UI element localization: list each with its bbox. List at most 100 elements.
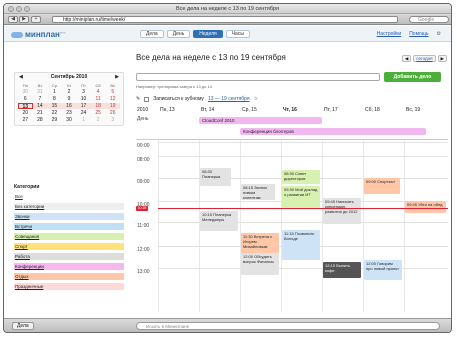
google-search-field[interactable]: Google [409, 16, 449, 23]
mini-day[interactable]: 3 [76, 89, 91, 95]
mini-day[interactable]: 1 [76, 117, 91, 123]
tab-day[interactable]: День [166, 30, 191, 38]
category-item[interactable]: Встречи [14, 223, 124, 230]
pencil-icon[interactable]: ✎ [136, 96, 140, 102]
category-item[interactable]: Совещания [14, 233, 124, 240]
category-item[interactable]: Праздничные [14, 283, 124, 290]
category-item[interactable]: Спорт [14, 243, 124, 250]
mini-day[interactable]: 31 [33, 89, 48, 95]
next-month-icon[interactable]: ▶ [115, 73, 119, 82]
mini-day[interactable]: 16 [61, 103, 77, 109]
mini-day[interactable]: 15 [47, 103, 62, 109]
calendar-event[interactable]: 09:45 Написать концепцию развития до 201… [323, 198, 361, 224]
day-header[interactable]: Пн, 13 [160, 106, 175, 114]
forward-icon[interactable]: ▶ [19, 16, 29, 23]
undated-task: ✎ Записаться к зубному 13 — 19 сентября … [136, 96, 258, 102]
mini-day[interactable]: 17 [76, 103, 91, 109]
mini-day[interactable]: 30 [18, 89, 33, 95]
mini-day[interactable]: 25 [91, 110, 106, 116]
calendar-event[interactable]: 10:15 Планерка Менеджеры [200, 211, 238, 231]
today-button[interactable]: сегодня [413, 55, 436, 62]
day-header[interactable]: Вт, 14 [201, 106, 214, 114]
calendar-event[interactable]: 09:30 Мой доклад о развитии ИТ [282, 186, 320, 208]
mini-day[interactable]: 5 [105, 89, 120, 95]
day-column-divider [158, 140, 159, 312]
mini-day[interactable]: 4 [91, 89, 106, 95]
weekday-label: Ср [51, 83, 57, 88]
next-week-button[interactable]: ▶ [437, 55, 447, 62]
mini-day[interactable]: 24 [76, 110, 91, 116]
categories: Категории Все Без категории Звонки Встречи С… [14, 184, 124, 293]
mini-day[interactable]: 3 [105, 117, 120, 123]
mini-day[interactable]: 29 [47, 117, 62, 123]
mini-day[interactable]: 2 [62, 89, 77, 95]
day-header[interactable]: Сб, 18 [365, 106, 380, 114]
category-item[interactable]: Конференции [14, 263, 124, 270]
input-hint: Например: тренировка завтра с 13 до 14 [136, 84, 212, 89]
allday-event[interactable]: Конференция блоггеров [240, 128, 426, 135]
mini-day[interactable]: 26 [105, 110, 120, 116]
calendar-event[interactable]: 09:00 Спортзал [364, 178, 400, 194]
mini-day[interactable]: 28 [33, 117, 48, 123]
category-item[interactable]: Работа [14, 253, 124, 260]
calendar-event[interactable]: 08:30 Планерка [200, 168, 231, 186]
day-header[interactable]: Чт, 16 [283, 106, 297, 114]
mini-day[interactable]: 22 [47, 110, 62, 116]
day-header[interactable]: Ср, 15 [242, 106, 257, 114]
tab-tasks[interactable]: Дела [140, 30, 164, 38]
mini-day[interactable]: 13 [18, 103, 33, 110]
tasks-button[interactable]: Дела [12, 322, 34, 330]
calendar-event[interactable]: 08:30 Совет директоров [282, 170, 320, 184]
mini-day[interactable]: 12 [105, 96, 120, 102]
hour-label: 09:00 [137, 179, 150, 185]
category-item[interactable]: Отдых [14, 273, 124, 280]
back-icon[interactable]: ◀ [8, 16, 18, 23]
mini-day[interactable]: 1 [47, 89, 62, 95]
task-date-range[interactable]: 13 — 19 сентября [208, 96, 250, 102]
calendar-event[interactable]: 08:15 Звонок новым клиентам [241, 184, 275, 200]
mini-day[interactable]: 6 [18, 96, 33, 102]
mini-day[interactable]: 2 [91, 117, 106, 123]
mini-day[interactable]: 18 [90, 103, 106, 109]
gear-icon[interactable]: ⚙ [437, 31, 441, 37]
day-header[interactable]: Вс, 19 [406, 106, 420, 114]
mini-day[interactable]: 8 [47, 96, 62, 102]
prev-week-button[interactable]: ◀ [401, 55, 412, 62]
tab-week[interactable]: Неделя [193, 30, 223, 38]
settings-link[interactable]: Настройки [377, 31, 402, 37]
checkbox[interactable] [144, 96, 150, 102]
mini-day[interactable]: 11 [91, 96, 106, 102]
new-task-input[interactable] [136, 73, 380, 81]
calendar-event[interactable]: 09:45 Уйти на обед [405, 201, 446, 213]
mini-day[interactable]: 14 [32, 103, 48, 109]
mini-day[interactable]: 27 [18, 117, 33, 123]
quick-search-input[interactable]: Искать в Миниплане [136, 322, 440, 330]
calendar-event[interactable]: 12:15 Выпить кофе [323, 262, 361, 278]
allday-event[interactable]: CloudConf 2010 [199, 117, 322, 124]
prev-month-icon[interactable]: ◀ [19, 73, 23, 82]
mini-day[interactable]: 21 [33, 110, 48, 116]
calendar-event[interactable]: 11:15 Позвонить Володе [282, 230, 320, 260]
day-column-divider [240, 140, 241, 312]
logo-mark-icon [11, 31, 23, 38]
url-bar[interactable]: http://miniplan.ru/time/week/ [52, 16, 398, 23]
add-bookmark-icon[interactable]: + [31, 16, 41, 23]
mini-day[interactable]: 7 [33, 96, 48, 102]
add-task-button[interactable]: Добавить дело [384, 72, 441, 82]
mini-day[interactable]: 10 [76, 96, 91, 102]
calendar-event[interactable]: 12:00 Обсудить вопрос Финансы [241, 253, 279, 275]
category-item[interactable]: Без категории [14, 203, 124, 210]
tab-hours[interactable]: Часы [225, 30, 250, 38]
mini-day[interactable]: 9 [62, 96, 77, 102]
mini-day[interactable]: 23 [62, 110, 77, 116]
miniplan-logo[interactable]: минпланbeta [11, 30, 66, 39]
mini-day[interactable]: 19 [105, 103, 120, 109]
calendar-event[interactable]: 12:00 Говорим про новый проект [364, 260, 402, 280]
mini-day[interactable]: 30 [62, 117, 77, 123]
mini-day[interactable]: 20 [18, 110, 33, 116]
help-link[interactable]: Помощь [409, 31, 428, 37]
star-icon[interactable]: ☆ [254, 96, 258, 102]
category-item[interactable]: Звонки [14, 213, 124, 220]
category-item[interactable]: Все [14, 193, 124, 200]
day-header[interactable]: Пт, 17 [324, 106, 338, 114]
